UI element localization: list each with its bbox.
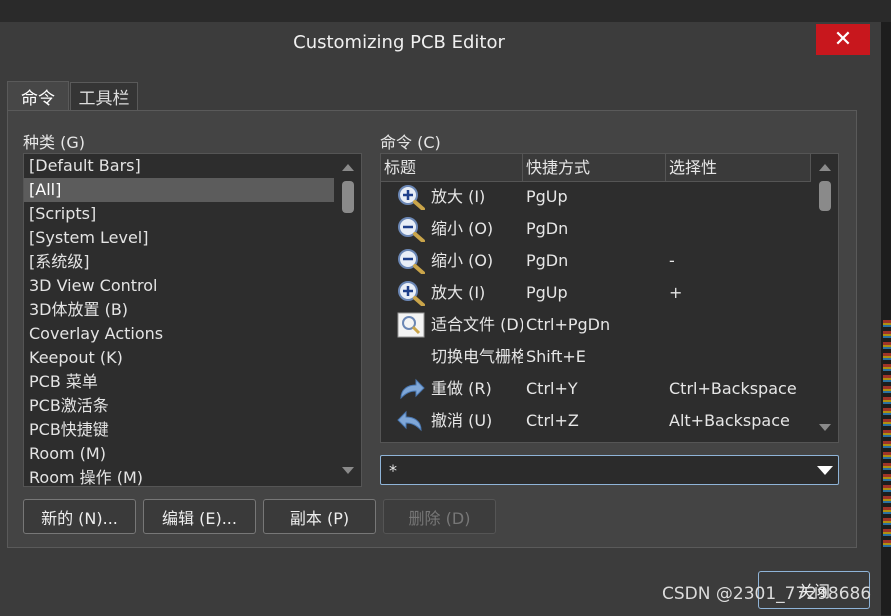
category-list-item[interactable]: [System Level] (24, 226, 334, 250)
command-alt-shortcut (669, 309, 809, 341)
fit-document-icon (397, 312, 425, 338)
command-alt-shortcut (669, 341, 809, 373)
scroll-down-arrow-icon[interactable] (819, 424, 831, 431)
command-title: 适合文件 (D) (431, 315, 523, 334)
command-row[interactable]: 放大 (I) PgUp (381, 181, 811, 213)
command-alt-shortcut (669, 181, 809, 213)
command-row[interactable]: 适合文件 (D) Ctrl+PgDn (381, 309, 811, 341)
category-list-item[interactable]: PCB 菜单 (24, 370, 334, 394)
command-shortcut: Ctrl+Z (526, 411, 579, 430)
command-row[interactable]: 撤消 (U) Ctrl+Z Alt+Backspace (381, 405, 811, 437)
command-alt-shortcut: Alt+Backspace (669, 411, 790, 430)
close-icon[interactable]: ✕ (834, 27, 852, 52)
dropdown-arrow-icon[interactable] (817, 466, 833, 475)
command-title: 缩小 (O) (431, 219, 494, 238)
command-filter-combo[interactable]: * (380, 455, 839, 485)
column-header-shortcut[interactable]: 快捷方式 (523, 154, 666, 181)
category-list-item[interactable]: PCB快捷键 (24, 418, 334, 442)
command-shortcut: Ctrl+PgDn (526, 315, 611, 334)
redo-icon (397, 376, 425, 402)
category-list-item[interactable]: Keepout (K) (24, 346, 334, 370)
scroll-thumb[interactable] (819, 181, 831, 211)
command-row[interactable]: 缩小 (O) PgDn (381, 213, 811, 245)
command-alt-shortcut: - (669, 251, 675, 270)
tab-commands[interactable]: 命令 (7, 81, 69, 111)
column-header-alternative[interactable]: 选择性 (666, 154, 811, 181)
background-pcb-fragment (883, 320, 891, 550)
category-list-item[interactable]: Room (M) (24, 442, 334, 466)
command-row[interactable]: 切换电气栅格 Shift+E (381, 341, 811, 373)
command-shortcut: Shift+E (526, 347, 586, 366)
command-alt-shortcut: + (669, 283, 683, 302)
command-title: 撤消 (U) (431, 411, 493, 430)
command-row[interactable]: 重做 (R) Ctrl+Y Ctrl+Backspace (381, 373, 811, 405)
edit-button[interactable]: 编辑 (E)... (143, 499, 256, 534)
tab-toolbars[interactable]: 工具栏 (70, 82, 138, 110)
command-row[interactable]: 缩小 (O) PgDn - (381, 245, 811, 277)
command-title: 放大 (I) (431, 283, 486, 302)
zoom-out-icon (397, 248, 425, 275)
command-shortcut: PgUp (526, 283, 568, 302)
zoom-in-icon (397, 280, 425, 307)
scroll-thumb[interactable] (342, 181, 354, 213)
close-window-button[interactable]: ✕ (816, 24, 870, 55)
command-shortcut: PgUp (526, 187, 568, 206)
category-list-item[interactable]: [系统级] (24, 250, 334, 274)
scroll-up-arrow-icon[interactable] (342, 164, 354, 171)
command-alt-shortcut: Ctrl+Backspace (669, 379, 797, 398)
dialog-title: Customizing PCB Editor (293, 32, 505, 53)
categories-label: 种类 (G) (23, 133, 85, 152)
category-list-item[interactable]: Room 操作 (M) (24, 466, 334, 486)
zoom-in-icon (397, 184, 425, 211)
filter-value: * (389, 461, 397, 480)
category-list-item[interactable]: Coverlay Actions (24, 322, 334, 346)
categories-list[interactable]: [Default Bars] [All] [Scripts] [System Leve… (23, 153, 362, 487)
categories-scrollbar[interactable] (335, 154, 361, 486)
delete-button: 删除 (D) (383, 499, 496, 534)
category-list-item[interactable]: 3D体放置 (B) (24, 298, 334, 322)
column-header-title[interactable]: 标题 (381, 154, 523, 181)
command-alt-shortcut (669, 213, 809, 245)
commands-scrollbar[interactable] (812, 154, 838, 442)
category-list-item[interactable]: 3D View Control (24, 274, 334, 298)
command-shortcut: Ctrl+Y (526, 379, 578, 398)
category-list-item[interactable]: [Scripts] (24, 202, 334, 226)
command-title: 重做 (R) (431, 379, 492, 398)
zoom-out-icon (397, 216, 425, 243)
commands-grid-header: 标题 快捷方式 选择性 (381, 154, 811, 182)
commands-label: 命令 (C) (380, 133, 441, 152)
command-title: 放大 (I) (431, 187, 486, 206)
category-list-item[interactable]: PCB激活条 (24, 394, 334, 418)
command-title: 切换电气栅格 (431, 347, 523, 366)
new-button[interactable]: 新的 (N)... (23, 499, 136, 534)
command-row[interactable]: 放大 (I) PgUp + (381, 277, 811, 309)
command-title: 缩小 (O) (431, 251, 494, 270)
command-shortcut: PgDn (526, 251, 569, 270)
category-list-item[interactable]: [All] (24, 178, 334, 202)
watermark-text: CSDN @2301_77298686 (662, 584, 872, 604)
copy-button[interactable]: 副本 (P) (263, 499, 376, 534)
scroll-down-arrow-icon[interactable] (342, 467, 354, 474)
command-shortcut: PgDn (526, 219, 569, 238)
category-list-item[interactable]: [Default Bars] (24, 154, 334, 178)
scroll-up-arrow-icon[interactable] (819, 164, 831, 171)
undo-icon (397, 408, 425, 434)
